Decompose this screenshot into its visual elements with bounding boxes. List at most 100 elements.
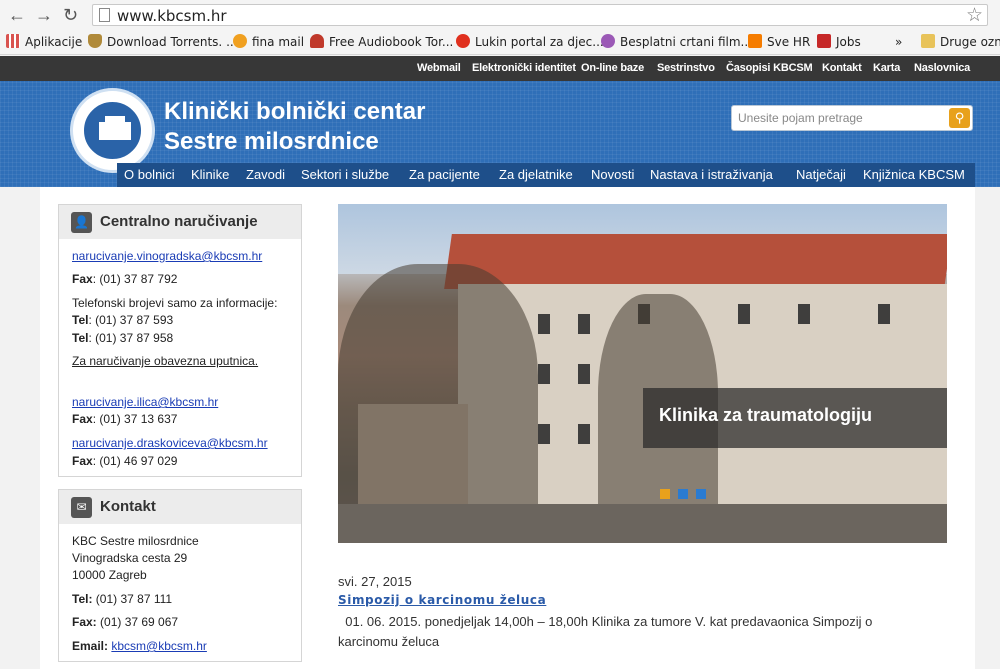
topnav-e-identity[interactable]: Elektronički identitet xyxy=(472,62,576,74)
nav-za-pacijente[interactable]: Za pacijente xyxy=(409,167,480,182)
bookmark-download-torrents[interactable]: Download Torrents. ... xyxy=(88,34,238,50)
site-title-line2: Sestre milosrdnice xyxy=(164,128,379,155)
ordering-box-title: Centralno naručivanje xyxy=(100,213,258,230)
folder-icon xyxy=(921,34,935,48)
email-link-vinogradska[interactable]: narucivanje.vinogradska@kbcsm.hr xyxy=(72,249,262,263)
tel-label: Tel xyxy=(72,313,89,327)
news-body: 01. 06. 2015. ponedjeljak 14,00h – 18,00… xyxy=(338,612,928,652)
nav-natjecaji[interactable]: Natječaji xyxy=(796,167,846,182)
bookmark-lukin-portal[interactable]: Lukin portal za djec... xyxy=(456,34,604,50)
nav-zavodi[interactable]: Zavodi xyxy=(246,167,285,182)
nav-sektori[interactable]: Sektori i službe xyxy=(301,167,389,182)
ordering-fax-draskoviceva: Fax: (01) 46 97 029 xyxy=(72,454,177,468)
slider-dot-3[interactable] xyxy=(696,489,706,499)
ordering-info-note: Telefonski brojevi samo za informacije: xyxy=(72,296,278,310)
topnav-journals[interactable]: Časopisi KBCSM xyxy=(726,62,813,74)
back-arrow-icon[interactable]: ← xyxy=(8,4,26,26)
bookmark-label: Besplatni crtani film... xyxy=(620,35,752,49)
contact-box-header: ✉ Kontakt xyxy=(59,490,301,524)
forward-arrow-icon[interactable]: → xyxy=(35,4,53,26)
bookmark-label: Download Torrents. ... xyxy=(107,35,238,49)
bookmark-label: Free Audiobook Tor... xyxy=(329,35,454,49)
m-logo-icon xyxy=(817,34,831,48)
tree xyxy=(338,264,538,543)
contact-box: ✉ Kontakt KBC Sestre milosrdnice Vinogra… xyxy=(58,489,302,662)
search-button[interactable]: ⚲ xyxy=(949,108,970,128)
tel-label: Tel: xyxy=(72,592,93,606)
news-title-link[interactable]: Simpozij o karcinomu želuca xyxy=(338,593,546,607)
topnav-nursing[interactable]: Sestrinstvo xyxy=(657,62,715,74)
bookmark-jobs[interactable]: Jobs xyxy=(817,34,861,50)
building-window xyxy=(578,424,590,444)
email-label: Email: xyxy=(72,639,109,653)
main-nav: O bolnici Klinike Zavodi Sektori i služb… xyxy=(117,163,975,187)
bookmark-other-folder[interactable]: Druge ozna xyxy=(921,34,1000,50)
address-bar[interactable]: www.kbcsm.hr ☆ xyxy=(92,4,988,26)
topnav-map[interactable]: Karta xyxy=(873,62,900,74)
bookmark-sve-hr[interactable]: Sve HR xyxy=(748,34,810,50)
nav-knjiznica[interactable]: Knjižnica KBCSM xyxy=(863,167,965,182)
ordering-tel-2: Tel: (01) 37 87 958 xyxy=(72,331,173,345)
bookmark-label: Druge ozna xyxy=(940,35,1000,49)
search-input[interactable] xyxy=(738,109,943,127)
bookmark-crtani-filmovi[interactable]: Besplatni crtani film... xyxy=(601,34,752,50)
site-header: Klinički bolnički centar Sestre milosrdn… xyxy=(0,81,1000,187)
nav-nastava[interactable]: Nastava i istraživanja xyxy=(650,167,773,182)
nav-za-djelatnike[interactable]: Za djelatnike xyxy=(499,167,573,182)
hero-slider[interactable]: Klinika za traumatologiju xyxy=(338,204,947,543)
search-box: ⚲ xyxy=(731,105,973,131)
ordering-box: 👤 Centralno naručivanje narucivanje.vino… xyxy=(58,204,302,477)
contact-city: 10000 Zagreb xyxy=(72,568,147,582)
bookmark-star-icon[interactable]: ☆ xyxy=(966,4,983,27)
user-icon: 👤 xyxy=(71,212,92,233)
play-icon xyxy=(601,34,615,48)
slider-dot-1[interactable] xyxy=(660,489,670,499)
building-window xyxy=(578,314,590,334)
topnav-contact[interactable]: Kontakt xyxy=(822,62,862,74)
bookmark-label: fina mail xyxy=(252,35,305,49)
email-link-ilica[interactable]: narucivanje.ilica@kbcsm.hr xyxy=(72,395,218,409)
bookmark-apps[interactable]: Aplikacije xyxy=(6,34,82,50)
logo-seal xyxy=(82,100,143,161)
news-date: svi. 27, 2015 xyxy=(338,574,412,589)
contact-email-link[interactable]: kbcsm@kbcsm.hr xyxy=(111,639,207,653)
bookmark-fina-mail[interactable]: fina mail xyxy=(233,34,304,50)
url-text[interactable]: www.kbcsm.hr xyxy=(117,7,227,25)
bookmark-label: Sve HR xyxy=(767,35,811,49)
ordering-referral-note: Za naručivanje obavezna uputnica. xyxy=(72,354,259,368)
nav-novosti[interactable]: Novosti xyxy=(591,167,634,182)
contact-street: Vinogradska cesta 29 xyxy=(72,551,188,565)
bookmark-audiobook[interactable]: Free Audiobook Tor... xyxy=(310,34,453,50)
apps-grid-icon xyxy=(6,34,20,48)
fax-label: Fax xyxy=(72,412,93,426)
site-title[interactable]: Klinički bolnički centar Sestre milosrdn… xyxy=(164,97,425,157)
nav-klinike[interactable]: Klinike xyxy=(191,167,229,182)
page-icon xyxy=(99,8,110,22)
shield-icon xyxy=(88,34,102,48)
building-window xyxy=(798,304,810,324)
email-link-draskoviceva[interactable]: narucivanje.draskoviceva@kbcsm.hr xyxy=(72,436,268,450)
flower-icon xyxy=(456,34,470,48)
reload-icon[interactable]: ↻ xyxy=(63,4,78,26)
hospital-logo[interactable] xyxy=(70,88,155,173)
building-window xyxy=(538,364,550,384)
ordering-email-vinogradska: narucivanje.vinogradska@kbcsm.hr xyxy=(72,249,262,263)
topnav-webmail[interactable]: Webmail xyxy=(417,62,461,74)
ordering-box-header: 👤 Centralno naručivanje xyxy=(59,205,301,239)
fax-value: : (01) 37 87 792 xyxy=(92,272,178,286)
ordering-tel-1: Tel: (01) 37 87 593 xyxy=(72,313,173,327)
tel-value: : (01) 37 87 958 xyxy=(88,331,174,345)
browser-toolbar: ← → ↻ www.kbcsm.hr ☆ xyxy=(0,0,1000,30)
blogger-icon xyxy=(748,34,762,48)
topnav-home[interactable]: Naslovnica xyxy=(914,62,970,74)
slider-caption-text[interactable]: Klinika za traumatologiju xyxy=(659,405,872,426)
more-bookmarks-chevron[interactable]: » xyxy=(895,34,902,50)
topnav-online-db[interactable]: On-line baze xyxy=(581,62,644,74)
slider-dot-2[interactable] xyxy=(678,489,688,499)
nav-o-bolnici[interactable]: O bolnici xyxy=(124,167,175,182)
fax-value: : (01) 46 97 029 xyxy=(92,454,178,468)
building-window xyxy=(538,424,550,444)
tel-label: Tel xyxy=(72,331,89,345)
fax-label: Fax xyxy=(72,272,93,286)
building-window xyxy=(738,304,750,324)
